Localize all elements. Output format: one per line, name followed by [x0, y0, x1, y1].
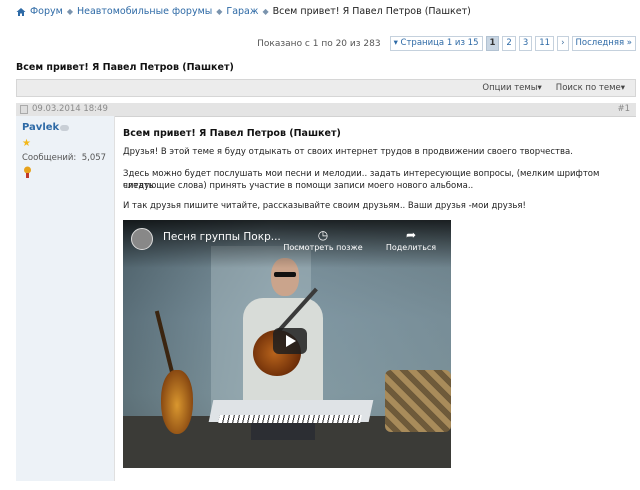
thread-toolbar: Опции темы▾ Поиск по теме▾: [16, 79, 636, 97]
breadcrumb-separator-icon: ◆: [262, 7, 269, 16]
post-author-sidebar: Pavlek ★ Сообщений: 5,057: [16, 116, 114, 481]
play-button[interactable]: [273, 328, 307, 354]
breadcrumb-separator-icon: ◆: [66, 7, 73, 16]
post-content: Всем привет! Я Павел Петров (Пашкет) Дру…: [114, 116, 636, 481]
breadcrumb-nonauto-link[interactable]: Неавтомобильные форумы: [77, 6, 212, 17]
messages-value: 5,057: [81, 153, 107, 163]
rank-star-icon: ★: [22, 138, 31, 149]
post-text-line: И так друзья пишите читайте, рассказывай…: [123, 201, 526, 211]
last-page-label: Последняя: [575, 38, 625, 48]
chevron-down-icon: ▾: [537, 83, 542, 93]
page-dropdown[interactable]: ▾ Страница 1 из 15: [389, 36, 483, 51]
channel-avatar[interactable]: [131, 228, 153, 250]
page-2-button[interactable]: 2: [502, 36, 516, 51]
next-page-button[interactable]: ›: [557, 36, 569, 51]
post-icon: [20, 105, 28, 114]
chevron-down-icon: ▾: [620, 83, 625, 93]
post-text-line: Друзья! В этой теме я буду отдыкать от с…: [123, 147, 573, 157]
acoustic-guitar-image: [161, 370, 193, 434]
page-1-button[interactable]: 1: [485, 36, 500, 51]
watch-later-label: Посмотреть позже: [283, 243, 363, 252]
last-page-button[interactable]: Последняя »: [571, 36, 636, 51]
breadcrumb: Форум ◆ Неавтомобильные форумы ◆ Гараж ◆…: [16, 6, 471, 17]
page-3-button[interactable]: 3: [518, 36, 533, 51]
page-11-button[interactable]: 11: [535, 36, 555, 51]
clock-icon: ◷: [317, 228, 329, 242]
home-icon[interactable]: [16, 7, 26, 17]
watch-later-button[interactable]: ◷ Посмотреть позже: [283, 228, 363, 252]
post-text-line: следующие слова) принять участие в помощ…: [123, 181, 474, 191]
share-button[interactable]: ➦ Поделиться: [371, 228, 451, 252]
breadcrumb-forum-link[interactable]: Форум: [30, 6, 63, 17]
double-chevron-right-icon: »: [626, 38, 632, 48]
share-icon: ➦: [405, 228, 417, 242]
breadcrumb-separator-icon: ◆: [216, 7, 223, 16]
messages-count: Сообщений: 5,057: [22, 153, 106, 163]
search-thread-menu[interactable]: Поиск по теме▾: [556, 83, 625, 93]
sofa-image: [385, 370, 451, 432]
offline-status-icon: [60, 125, 69, 131]
results-count: Показано с 1 по 20 из 283: [257, 38, 381, 49]
messages-label: Сообщений:: [22, 153, 77, 163]
post-title: Всем привет! Я Павел Петров (Пашкет): [123, 128, 341, 139]
breadcrumb-current: Всем привет! Я Павел Петров (Пашкет): [272, 6, 471, 17]
thread-options-label: Опции темы: [482, 83, 538, 93]
embedded-video[interactable]: Песня группы Покр... ◷ Посмотреть позже ➦…: [123, 220, 451, 468]
reputation-icon: [24, 166, 31, 178]
breadcrumb-garage-link[interactable]: Гараж: [226, 6, 258, 17]
thread-options-menu[interactable]: Опции темы▾: [482, 83, 541, 93]
pagination: Показано с 1 по 20 из 283 ▾ Страница 1 и…: [257, 36, 636, 51]
author-username-link[interactable]: Pavlek: [22, 122, 59, 133]
post-number-link[interactable]: #1: [617, 104, 630, 114]
thread-title: Всем привет! Я Павел Петров (Пашкет): [16, 62, 234, 73]
search-thread-label: Поиск по теме: [555, 83, 621, 93]
post-header: 09.03.2014 18:49 #1: [16, 103, 636, 117]
page-of-label: Страница 1 из 15: [400, 38, 479, 48]
post-date: 09.03.2014 18:49: [32, 104, 108, 114]
share-label: Поделиться: [385, 243, 437, 252]
